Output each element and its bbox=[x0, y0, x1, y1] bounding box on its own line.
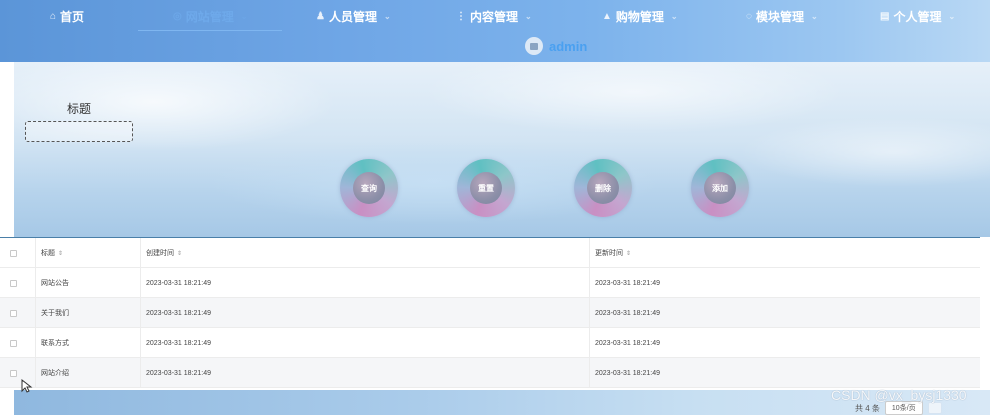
chevron-down-icon: ⌄ bbox=[948, 11, 956, 21]
nav-item-label: 网站管理 bbox=[185, 9, 234, 24]
cell-updated: 2023-03-31 18:21:49 bbox=[589, 298, 980, 328]
nav-item-label: 内容管理 bbox=[470, 9, 519, 24]
search-panel: 标题 查询 重置 删除 添加 bbox=[14, 62, 990, 237]
top-navigation-bar: ⌂ 首页 ◎ 网站管理 ⌄ ♟ 人员管理 ⌄ ⋮ 内容管理 ⌄ ▲ 购物管理 ⌄… bbox=[0, 0, 990, 62]
mouse-cursor-icon bbox=[21, 379, 33, 393]
cell-updated: 2023-03-31 18:21:49 bbox=[589, 358, 980, 388]
chevron-down-icon: ⌄ bbox=[240, 11, 248, 21]
sort-icon[interactable]: ⇕ bbox=[177, 250, 182, 257]
cell-updated: 2023-03-31 18:21:49 bbox=[589, 268, 980, 298]
page-size-select[interactable]: 10条/页 bbox=[884, 401, 923, 415]
add-button-label: 添加 bbox=[704, 172, 736, 204]
sort-icon[interactable]: ⇕ bbox=[58, 250, 63, 257]
delete-button-label: 删除 bbox=[587, 172, 619, 204]
user-menu[interactable]: admin bbox=[525, 37, 587, 55]
column-header-updated[interactable]: 更新时间 ⇕ bbox=[589, 238, 980, 268]
delete-button[interactable]: 删除 bbox=[574, 159, 632, 217]
nav-item-site-management[interactable]: ◎ 网站管理 ⌄ bbox=[173, 6, 247, 26]
cell-created: 2023-03-31 18:21:49 bbox=[140, 358, 589, 388]
row-select-cell bbox=[0, 298, 35, 328]
cell-created: 2023-03-31 18:21:49 bbox=[140, 328, 589, 358]
nav-item-shopping-management[interactable]: ▲ 购物管理 ⌄ bbox=[602, 6, 678, 26]
reset-button-label: 重置 bbox=[470, 172, 502, 204]
reset-button[interactable]: 重置 bbox=[457, 159, 515, 217]
select-all-checkbox[interactable] bbox=[10, 249, 17, 257]
site-icon: ◎ bbox=[173, 10, 182, 22]
row-select-cell bbox=[0, 328, 35, 358]
chevron-down-icon: ⌄ bbox=[670, 11, 678, 21]
column-header-title[interactable]: 标题 ⇕ bbox=[35, 238, 140, 268]
sort-icon[interactable]: ⇕ bbox=[626, 250, 631, 257]
nav-item-label: 人员管理 bbox=[328, 9, 377, 24]
pagination: 共 4 条 10条/页 bbox=[855, 401, 942, 415]
chevron-down-icon: ⌄ bbox=[810, 11, 818, 21]
table-header: 标题 ⇕ 创建时间 ⇕ 更新时间 ⇕ bbox=[0, 238, 980, 268]
cell-updated: 2023-03-31 18:21:49 bbox=[589, 328, 980, 358]
nav-item-label: 模块管理 bbox=[755, 9, 804, 24]
home-icon: ⌂ bbox=[50, 10, 57, 22]
query-button[interactable]: 查询 bbox=[340, 159, 398, 217]
add-button[interactable]: 添加 bbox=[691, 159, 749, 217]
nav-item-content-management[interactable]: ⋮ 内容管理 ⌄ bbox=[456, 6, 532, 26]
nav-menu: ⌂ 首页 ◎ 网站管理 ⌄ ♟ 人员管理 ⌄ ⋮ 内容管理 ⌄ ▲ 购物管理 ⌄… bbox=[0, 6, 990, 26]
row-checkbox[interactable] bbox=[10, 309, 17, 317]
user-icon: ♟ bbox=[316, 10, 325, 22]
cell-title: 网站公告 bbox=[35, 268, 140, 298]
avatar-image-icon bbox=[525, 37, 543, 55]
active-nav-underline bbox=[138, 30, 282, 31]
nav-item-label: 个人管理 bbox=[893, 9, 942, 24]
nav-item-people-management[interactable]: ♟ 人员管理 ⌄ bbox=[316, 6, 391, 26]
table-row[interactable]: 网站介绍 2023-03-31 18:21:49 2023-03-31 18:2… bbox=[0, 358, 980, 388]
cell-title: 关于我们 bbox=[35, 298, 140, 328]
shopping-icon: ▲ bbox=[602, 10, 612, 22]
cell-title: 网站介绍 bbox=[35, 358, 140, 388]
row-checkbox[interactable] bbox=[10, 339, 17, 347]
nav-item-label: 首页 bbox=[60, 9, 85, 24]
prev-page-button[interactable] bbox=[927, 402, 942, 414]
column-header-label: 更新时间 bbox=[595, 250, 623, 257]
column-header-created[interactable]: 创建时间 ⇕ bbox=[140, 238, 589, 268]
table-row[interactable]: 关于我们 2023-03-31 18:21:49 2023-03-31 18:2… bbox=[0, 298, 980, 328]
row-select-cell bbox=[0, 268, 35, 298]
username: admin bbox=[549, 38, 588, 54]
profile-icon: ▤ bbox=[880, 10, 890, 22]
cell-created: 2023-03-31 18:21:49 bbox=[140, 268, 589, 298]
nav-item-module-management[interactable]: ◌ 模块管理 ⌄ bbox=[746, 6, 818, 26]
query-button-label: 查询 bbox=[353, 172, 385, 204]
select-all-cell bbox=[0, 238, 35, 268]
nav-item-personal-management[interactable]: ▤ 个人管理 ⌄ bbox=[880, 6, 955, 26]
column-header-label: 标题 bbox=[41, 250, 55, 257]
chevron-down-icon: ⌄ bbox=[525, 11, 532, 21]
nav-item-home[interactable]: ⌂ 首页 bbox=[50, 6, 84, 26]
title-filter-input[interactable] bbox=[25, 121, 133, 142]
table-row[interactable]: 联系方式 2023-03-31 18:21:49 2023-03-31 18:2… bbox=[0, 328, 980, 358]
pagination-total: 共 4 条 bbox=[855, 403, 880, 413]
chevron-down-icon: ⌄ bbox=[383, 11, 391, 21]
cell-title: 联系方式 bbox=[35, 328, 140, 358]
row-checkbox[interactable] bbox=[10, 279, 17, 287]
nav-item-label: 购物管理 bbox=[615, 9, 664, 24]
row-checkbox[interactable] bbox=[10, 369, 17, 377]
module-icon: ◌ bbox=[746, 10, 752, 22]
table-row[interactable]: 网站公告 2023-03-31 18:21:49 2023-03-31 18:2… bbox=[0, 268, 980, 298]
data-table: 标题 ⇕ 创建时间 ⇕ 更新时间 ⇕ 网站公告 2023-03-31 18:21… bbox=[0, 237, 980, 390]
watermark: CSDN @vx_bysj1330 bbox=[831, 387, 967, 403]
column-header-label: 创建时间 bbox=[146, 250, 174, 257]
cell-created: 2023-03-31 18:21:49 bbox=[140, 298, 589, 328]
title-filter-label: 标题 bbox=[67, 102, 92, 116]
content-icon: ⋮ bbox=[456, 10, 466, 22]
